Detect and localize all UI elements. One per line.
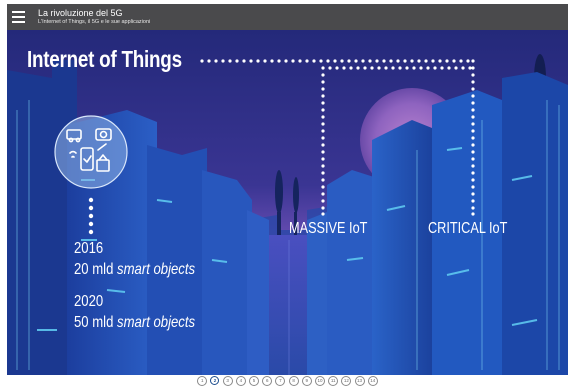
stat-term: smart objects bbox=[117, 314, 196, 331]
stat-term: smart objects bbox=[117, 261, 196, 278]
page-dot[interactable]: 9 bbox=[301, 376, 312, 386]
iot-devices-icon bbox=[54, 115, 128, 189]
page-dot[interactable]: 6 bbox=[262, 376, 273, 386]
page-dot[interactable]: 14 bbox=[367, 376, 378, 386]
page-dot[interactable]: 11 bbox=[328, 376, 339, 386]
menu-icon[interactable] bbox=[12, 10, 25, 24]
page-dot[interactable]: 13 bbox=[354, 376, 365, 386]
stat-line-2020: 50 mld smart objects bbox=[74, 314, 195, 332]
page-dot[interactable]: 10 bbox=[314, 376, 325, 386]
page-dot[interactable]: 7 bbox=[275, 376, 286, 386]
slide-illustration: Internet of Things MASSIVE IoT CRITICAL … bbox=[7, 30, 568, 375]
stat-line-2016: 20 mld smart objects bbox=[74, 261, 195, 279]
stat-year-2016: 2016 bbox=[74, 240, 104, 257]
page-dot[interactable]: 4 bbox=[235, 376, 246, 386]
app-header: La rivoluzione del 5G L'Internet of Thin… bbox=[7, 4, 568, 30]
page-dot[interactable]: 12 bbox=[341, 376, 352, 386]
page-dot[interactable]: 8 bbox=[288, 376, 299, 386]
page-dot[interactable]: 1 bbox=[197, 376, 208, 386]
slide-pager: 1 2 3 4 5 6 7 8 9 10 11 12 13 14 bbox=[0, 375, 575, 387]
stat-amount: 20 mld bbox=[74, 261, 114, 278]
lesson-subtitle: L'Internet of Things, il 5G e le sue app… bbox=[38, 19, 151, 25]
slide-title: Internet of Things bbox=[27, 46, 182, 72]
page-dot[interactable]: 2 bbox=[210, 376, 220, 385]
page-dot[interactable]: 3 bbox=[222, 376, 233, 386]
course-title: La rivoluzione del 5G bbox=[38, 8, 123, 18]
critical-iot-label: CRITICAL IoT bbox=[428, 220, 508, 237]
massive-iot-label: MASSIVE IoT bbox=[289, 220, 368, 237]
page-dot[interactable]: 5 bbox=[249, 376, 260, 386]
stat-amount: 50 mld bbox=[74, 314, 114, 331]
stat-year-2020: 2020 bbox=[74, 293, 104, 310]
